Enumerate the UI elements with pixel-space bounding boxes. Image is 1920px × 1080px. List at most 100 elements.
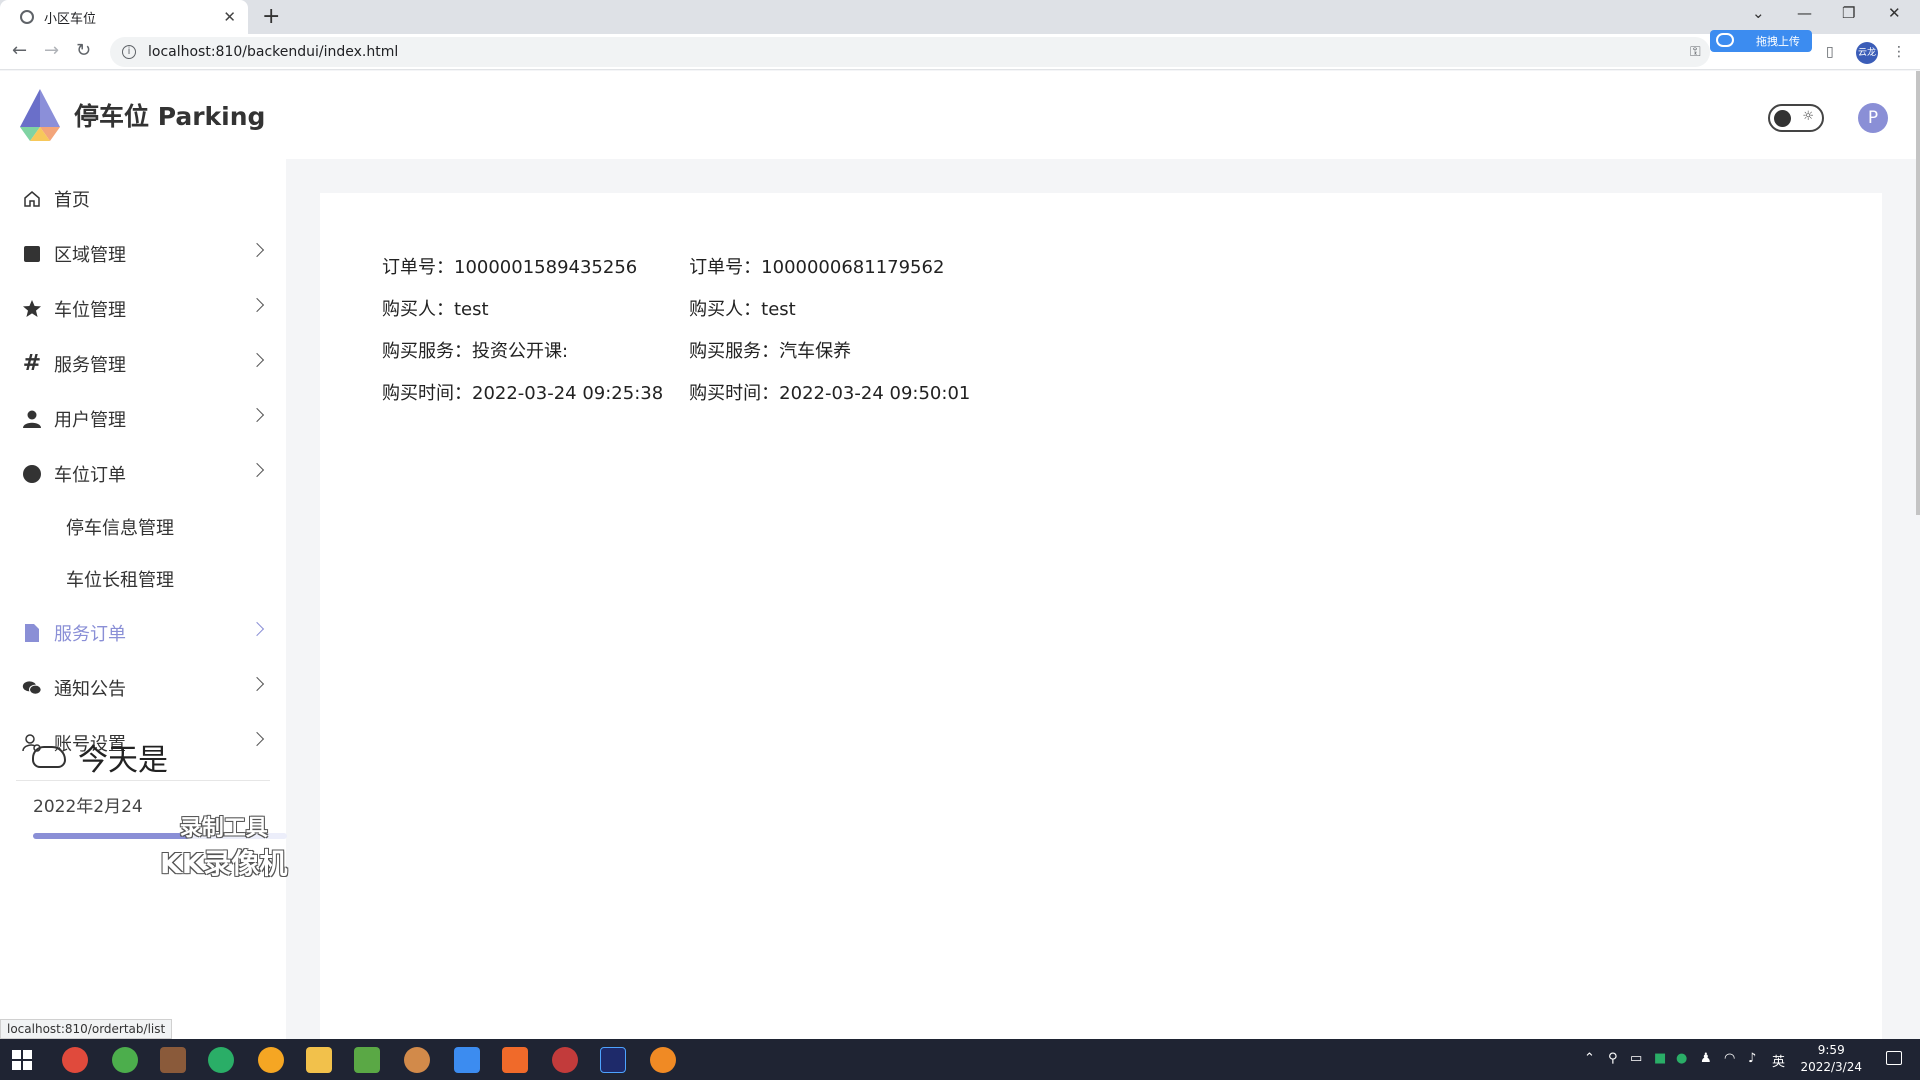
tray-search-icon[interactable]: ⚲ bbox=[1608, 1051, 1618, 1066]
main-content: 订单号：1000001589435256 购买人：test 购买服务：投资公开课… bbox=[320, 193, 1882, 1039]
order-number-row: 订单号：1000000681179562 bbox=[689, 253, 970, 295]
app-header: ☼ P bbox=[286, 71, 1916, 159]
chevron-right-icon bbox=[249, 407, 265, 423]
back-icon[interactable]: ← bbox=[12, 40, 27, 61]
order-number-label: 订单号： bbox=[689, 257, 762, 278]
chevron-right-icon bbox=[249, 676, 265, 692]
browser-profile-avatar[interactable]: 云龙 bbox=[1856, 42, 1878, 64]
address-bar[interactable]: i localhost:810/backendui/index.html bbox=[110, 37, 1710, 67]
sidebar-item-label: 服务管理 bbox=[54, 354, 126, 376]
wechat-icon[interactable] bbox=[208, 1047, 234, 1073]
upload-label: 拖拽上传 bbox=[1756, 35, 1800, 48]
sidebar-item-parking-order[interactable]: 车位订单 bbox=[0, 446, 286, 501]
sidebar-subitem-long-rent[interactable]: 车位长租管理 bbox=[0, 553, 286, 605]
tab-search-icon[interactable]: ⌄ bbox=[1752, 4, 1765, 22]
sun-icon: ☼ bbox=[1802, 109, 1814, 124]
sidebar-divider bbox=[16, 780, 270, 781]
sidebar-item-area[interactable]: 区域管理 bbox=[0, 226, 286, 281]
service-value: 汽车保养 bbox=[779, 341, 852, 362]
baidu-pan-icon[interactable] bbox=[454, 1047, 480, 1073]
menu-dots-icon[interactable]: ⋮ bbox=[1892, 44, 1908, 60]
app-tiger-icon[interactable] bbox=[160, 1047, 186, 1073]
tab-title: 小区车位 bbox=[44, 11, 97, 27]
theme-toggle[interactable]: ☼ bbox=[1768, 104, 1824, 132]
home-icon bbox=[22, 189, 42, 209]
chrome-icon[interactable] bbox=[62, 1047, 88, 1073]
tray-qq-icon[interactable]: ♟ bbox=[1700, 1051, 1712, 1066]
weather-date: 2022年2月24 bbox=[33, 797, 143, 817]
chevron-right-icon bbox=[249, 297, 265, 313]
key-icon[interactable]: ⚿ bbox=[1690, 44, 1706, 60]
buyer-row: 购买人：test bbox=[382, 295, 663, 337]
buyer-label: 购买人： bbox=[382, 299, 454, 320]
user-icon bbox=[22, 409, 42, 429]
app-avatar-icon[interactable] bbox=[404, 1047, 430, 1073]
tray-app-icon[interactable]: ■ bbox=[1654, 1051, 1666, 1066]
sidebar-item-label: 用户管理 bbox=[54, 409, 126, 431]
notification-icon[interactable] bbox=[1886, 1051, 1902, 1065]
minimize-icon[interactable]: — bbox=[1797, 4, 1812, 22]
tray-clock[interactable]: 9:59 2022/3/24 bbox=[1800, 1042, 1862, 1076]
sidebar-subitem-parking-info[interactable]: 停车信息管理 bbox=[0, 501, 286, 553]
tray-wechat-icon[interactable]: ● bbox=[1676, 1051, 1687, 1066]
app-logo[interactable]: 停车位 Parking bbox=[16, 87, 265, 143]
notepad-icon[interactable] bbox=[354, 1047, 380, 1073]
watermark-line2: KK录像机 bbox=[160, 847, 288, 880]
page-scrollbar[interactable] bbox=[1916, 71, 1920, 515]
app-red-icon[interactable] bbox=[552, 1047, 578, 1073]
browser-tab[interactable]: 小区车位 ✕ bbox=[0, 0, 248, 34]
sidebar-item-service-order[interactable]: 服务订单 bbox=[0, 605, 286, 660]
sidebar-item-label: 首页 bbox=[54, 189, 90, 211]
tray-up-icon[interactable]: ⌃ bbox=[1584, 1051, 1595, 1066]
watermark-line1: 录制工具 bbox=[179, 816, 268, 841]
reload-icon[interactable]: ↻ bbox=[76, 40, 91, 61]
tray-battery-icon[interactable]: ▭ bbox=[1630, 1051, 1642, 1066]
search-app-icon[interactable] bbox=[258, 1047, 284, 1073]
app-green-icon[interactable] bbox=[112, 1047, 138, 1073]
ime-indicator[interactable]: 英 bbox=[1772, 1051, 1785, 1070]
sidebar-item-notice[interactable]: 通知公告 bbox=[0, 660, 286, 715]
app-recorder-icon[interactable] bbox=[650, 1047, 676, 1073]
file-icon bbox=[22, 623, 42, 643]
sidebar-item-label: 车位管理 bbox=[54, 299, 126, 321]
forward-icon[interactable]: → bbox=[44, 40, 59, 61]
browser-tab-strip: 小区车位 ✕ + ⌄ — ❐ ✕ bbox=[0, 0, 1920, 34]
user-avatar[interactable]: P bbox=[1858, 103, 1888, 133]
buyer-value: test bbox=[454, 299, 489, 320]
tray-wifi-icon[interactable]: ◠ bbox=[1724, 1051, 1735, 1066]
chevron-right-icon bbox=[249, 621, 265, 637]
toggle-knob bbox=[1774, 110, 1791, 127]
sidebar: 停车位 Parking 首页 区域管理 车位管理 # 服务管理 用户管理 车位订… bbox=[0, 71, 286, 1039]
app-orange-icon[interactable] bbox=[502, 1047, 528, 1073]
new-tab-button[interactable]: + bbox=[262, 4, 280, 29]
photoshop-icon[interactable] bbox=[600, 1047, 626, 1073]
logo-text: 停车位 Parking bbox=[74, 102, 266, 131]
order-card: 订单号：1000000681179562 购买人：test 购买服务：汽车保养 … bbox=[689, 253, 970, 421]
tray-volume-icon[interactable]: ♪ bbox=[1748, 1051, 1756, 1066]
sidebar-item-parking-space[interactable]: 车位管理 bbox=[0, 281, 286, 336]
order-number-row: 订单号：1000001589435256 bbox=[382, 253, 663, 295]
square-icon bbox=[22, 244, 42, 264]
restore-icon[interactable]: ❐ bbox=[1842, 4, 1855, 22]
windows-start-icon[interactable] bbox=[12, 1050, 32, 1070]
hash-icon: # bbox=[22, 351, 42, 376]
service-label: 购买服务： bbox=[689, 341, 780, 362]
info-icon[interactable]: i bbox=[122, 45, 136, 59]
url-text: localhost:810/backendui/index.html bbox=[148, 44, 399, 60]
tab-close-icon[interactable]: ✕ bbox=[223, 8, 236, 26]
time-value: 2022-03-24 09:25:38 bbox=[472, 383, 664, 404]
sidebar-item-user[interactable]: 用户管理 bbox=[0, 391, 286, 446]
folder-icon[interactable] bbox=[306, 1047, 332, 1073]
side-panel-icon[interactable]: ▯ bbox=[1826, 44, 1842, 60]
sidebar-menu: 首页 区域管理 车位管理 # 服务管理 用户管理 车位订单 停车信息管理 车位长… bbox=[0, 171, 286, 770]
sidebar-item-home[interactable]: 首页 bbox=[0, 171, 286, 226]
close-window-icon[interactable]: ✕ bbox=[1888, 4, 1901, 22]
chevron-right-icon bbox=[249, 731, 265, 747]
chevron-right-icon bbox=[249, 242, 265, 258]
clock-time: 9:59 bbox=[1817, 1043, 1845, 1057]
service-label: 购买服务： bbox=[382, 341, 472, 362]
buyer-row: 购买人：test bbox=[689, 295, 970, 337]
time-label: 购买时间： bbox=[382, 383, 472, 404]
sidebar-item-service[interactable]: # 服务管理 bbox=[0, 336, 286, 391]
upload-button[interactable]: 拖拽上传 bbox=[1710, 30, 1812, 52]
